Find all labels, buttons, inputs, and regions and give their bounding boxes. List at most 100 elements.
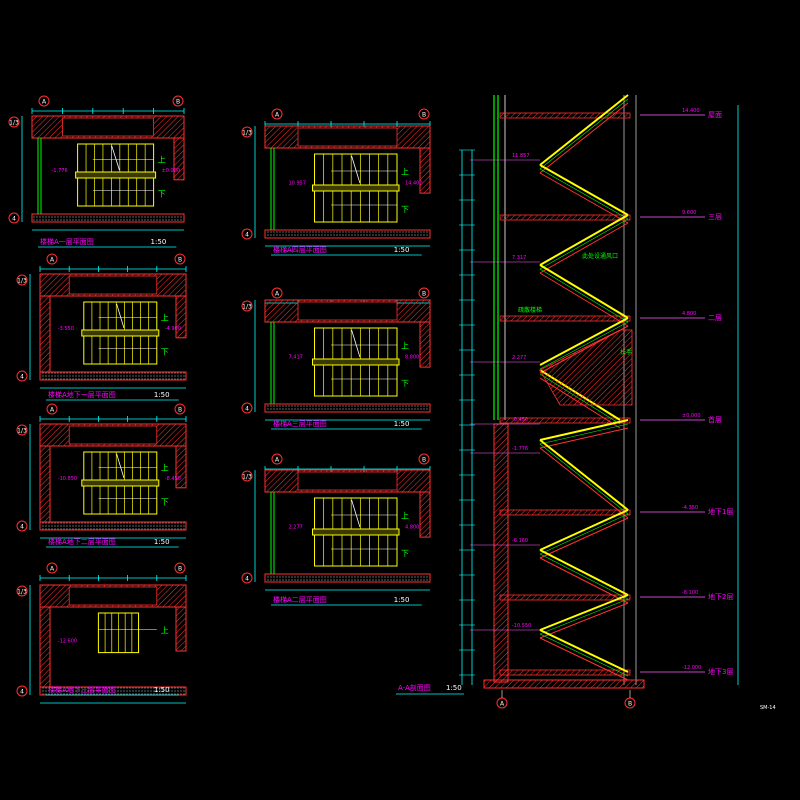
axis-bubble-bottom: 4 — [241, 402, 253, 414]
retaining-wall — [493, 423, 509, 683]
grid-bubble-label: A — [275, 457, 280, 464]
grid-bubble-label: 1/3 — [242, 304, 252, 311]
grid-bubble-label: B — [422, 457, 426, 464]
left-wall — [39, 445, 51, 523]
stair-plan-p1: A B 上下 -1.776 ±0.000 1/3 4 楼梯A一层平面图 1:50 — [8, 95, 185, 248]
stair-plan-p2: A B 上下 -3.550 -4.900 1/3 4 楼梯A地下一层平面图 1:50 — [16, 253, 187, 401]
grid-bubble-label: 1/3 — [9, 120, 19, 127]
grid-bubble-label: B — [628, 701, 632, 708]
level-mark: ±0.000 — [162, 168, 181, 174]
grid-bubble-b: B — [174, 562, 186, 574]
axis-bubble-top: 1/3 — [8, 116, 20, 128]
level-name: 二层 — [708, 314, 722, 322]
window-opening — [68, 425, 158, 445]
axis-bubble-top: 1/3 — [16, 274, 28, 286]
window-opening — [297, 127, 398, 147]
level-mark: -3.550 — [58, 326, 74, 332]
break-line — [111, 145, 120, 171]
grid-bubble-label: B — [422, 112, 426, 119]
level-name: 屋面 — [708, 111, 722, 119]
floor-slab — [499, 315, 631, 322]
window-opening — [297, 471, 398, 491]
grid-bubble-label: A — [275, 291, 280, 298]
level-mark: 7.417 — [289, 355, 303, 361]
down-label: 下 — [401, 205, 409, 214]
lower-flight — [314, 190, 398, 223]
level-mark: 2.277 — [289, 525, 303, 531]
break-line — [351, 499, 361, 528]
landing-level: -0.450 — [512, 417, 528, 423]
handrail — [81, 329, 160, 337]
down-label: 下 — [401, 549, 409, 558]
grid-bubble-label: 4 — [20, 374, 24, 381]
stair-plan-p4: A B 上 -12.600 1/3 4 楼梯A地下三层平面图 1:50 — [16, 562, 187, 704]
grid-bubble-label: A — [500, 701, 505, 708]
lower-flight — [77, 177, 155, 207]
level-name: 地下3层 — [708, 667, 733, 676]
stair-treads — [539, 553, 629, 600]
axis-bubble-bottom: 4 — [16, 520, 28, 532]
grid-bubble-label: B — [178, 407, 182, 414]
foundation-slab — [483, 679, 645, 689]
landing-level: -10.550 — [512, 623, 531, 629]
grid-bubble-b: B — [172, 95, 184, 107]
grid-bubble-label: B — [422, 291, 426, 298]
stair-plan-p3: A B 上下 -10.850 -8.450 1/3 4 楼梯A地下二层平面图 1:50 — [16, 403, 187, 548]
grid-bubble-b: B — [624, 697, 636, 709]
plan-title: 楼梯A二层平面图 — [273, 595, 327, 604]
break-line — [116, 453, 125, 479]
down-label: 下 — [161, 348, 169, 357]
stair-flight-yellow — [539, 629, 629, 673]
grid-bubble-label: 1/3 — [17, 428, 27, 435]
down-label: 下 — [161, 498, 169, 507]
level-value: 4.800 — [682, 311, 696, 317]
plan-title: 楼梯A四层平面图 — [273, 245, 327, 254]
axis-bubble-bottom: 4 — [16, 685, 28, 697]
up-label: 上 — [161, 314, 169, 323]
section-title: A-A剖面图 — [398, 683, 431, 692]
handrail — [312, 528, 400, 536]
plan-title: 楼梯A地下一层平面图 — [48, 390, 116, 399]
plan-scale: 1:50 — [154, 686, 170, 694]
axis-bubble-bottom: 4 — [8, 212, 20, 224]
right-wall — [419, 321, 431, 368]
landing-level: -6.160 — [512, 538, 528, 544]
level-mark: -10.850 — [58, 476, 77, 482]
handrail — [75, 171, 157, 179]
grid-bubble-a: A — [271, 108, 283, 120]
axis-bubble-bottom: 4 — [16, 370, 28, 382]
window-opening — [68, 275, 158, 295]
bottom-wall — [264, 403, 431, 413]
grid-bubble-b: B — [418, 453, 430, 465]
grid-bubble-label: 4 — [20, 524, 24, 531]
handrail — [312, 358, 400, 366]
plan-scale: 1:50 — [154, 391, 170, 399]
grid-bubble-a: A — [271, 287, 283, 299]
down-label: 下 — [401, 379, 409, 388]
plan-title: 楼梯A地下二层平面图 — [48, 537, 116, 546]
axis-bubble-bottom: 4 — [241, 228, 253, 240]
stair-treads — [539, 443, 629, 515]
annotation: 扶手 — [620, 348, 632, 356]
level-name: 地下2层 — [708, 592, 733, 601]
annotation: 疏散楼梯 — [518, 306, 542, 314]
window-opening — [68, 586, 158, 606]
grid-bubble-b: B — [174, 253, 186, 265]
stair-soffit — [539, 447, 629, 519]
level-mark: 14.400 — [405, 181, 423, 187]
grid-bubble-b: B — [418, 287, 430, 299]
axis-bubble-top: 1/3 — [241, 126, 253, 138]
bottom-wall — [39, 521, 187, 531]
axis-bubble-top: 1/3 — [16, 585, 28, 597]
up-label: 上 — [401, 341, 409, 350]
grid-bubble-label: 1/3 — [242, 130, 252, 137]
lower-flight — [83, 485, 158, 515]
stair-treads — [539, 268, 629, 323]
stair-treads — [539, 423, 629, 445]
sheet-code: SM-14 — [760, 705, 776, 711]
handrail — [312, 184, 400, 192]
break-line — [116, 303, 125, 329]
grid-bubble-label: A — [50, 566, 55, 573]
grid-bubble-label: A — [50, 407, 55, 414]
level-mark: -1.776 — [52, 168, 68, 174]
